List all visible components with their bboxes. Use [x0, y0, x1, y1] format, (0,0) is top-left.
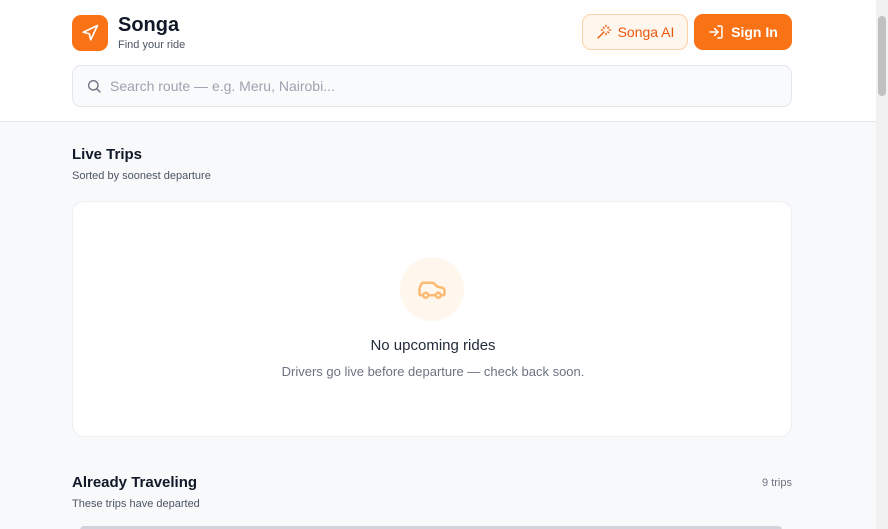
- search-icon: [88, 80, 101, 93]
- brand-tagline: Find your ride: [118, 39, 186, 51]
- empty-state-title: No upcoming rides: [370, 337, 496, 354]
- log-in-icon: [709, 25, 723, 39]
- live-trips-empty-state: No upcoming rides Drivers go live before…: [72, 201, 792, 437]
- already-traveling-title: Already Traveling: [72, 474, 198, 491]
- songa-ai-label: Songa AI: [617, 24, 675, 40]
- car-icon: [400, 257, 464, 321]
- app-header: Songa Find your ride Songa AI Sign In: [0, 0, 876, 122]
- search-bar[interactable]: [72, 65, 792, 107]
- songa-ai-button[interactable]: Songa AI: [582, 14, 688, 50]
- live-trips-title: Live Trips: [72, 146, 143, 163]
- already-traveling-subtitle: These trips have departed: [72, 498, 200, 510]
- brand[interactable]: Songa Find your ride: [72, 14, 185, 52]
- scrollbar-thumb[interactable]: [878, 16, 886, 96]
- sparkles-icon: [596, 24, 611, 39]
- empty-state-description: Drivers go live before departure — check…: [281, 364, 585, 379]
- navigation-arrow-icon: [72, 15, 108, 51]
- sign-in-label: Sign In: [731, 24, 778, 40]
- search-input[interactable]: [110, 78, 750, 94]
- sign-in-button[interactable]: Sign In: [694, 14, 792, 50]
- live-trips-subtitle: Sorted by soonest departure: [72, 170, 211, 182]
- brand-name: Songa: [118, 14, 180, 36]
- trip-count-badge: 9 trips: [762, 477, 792, 489]
